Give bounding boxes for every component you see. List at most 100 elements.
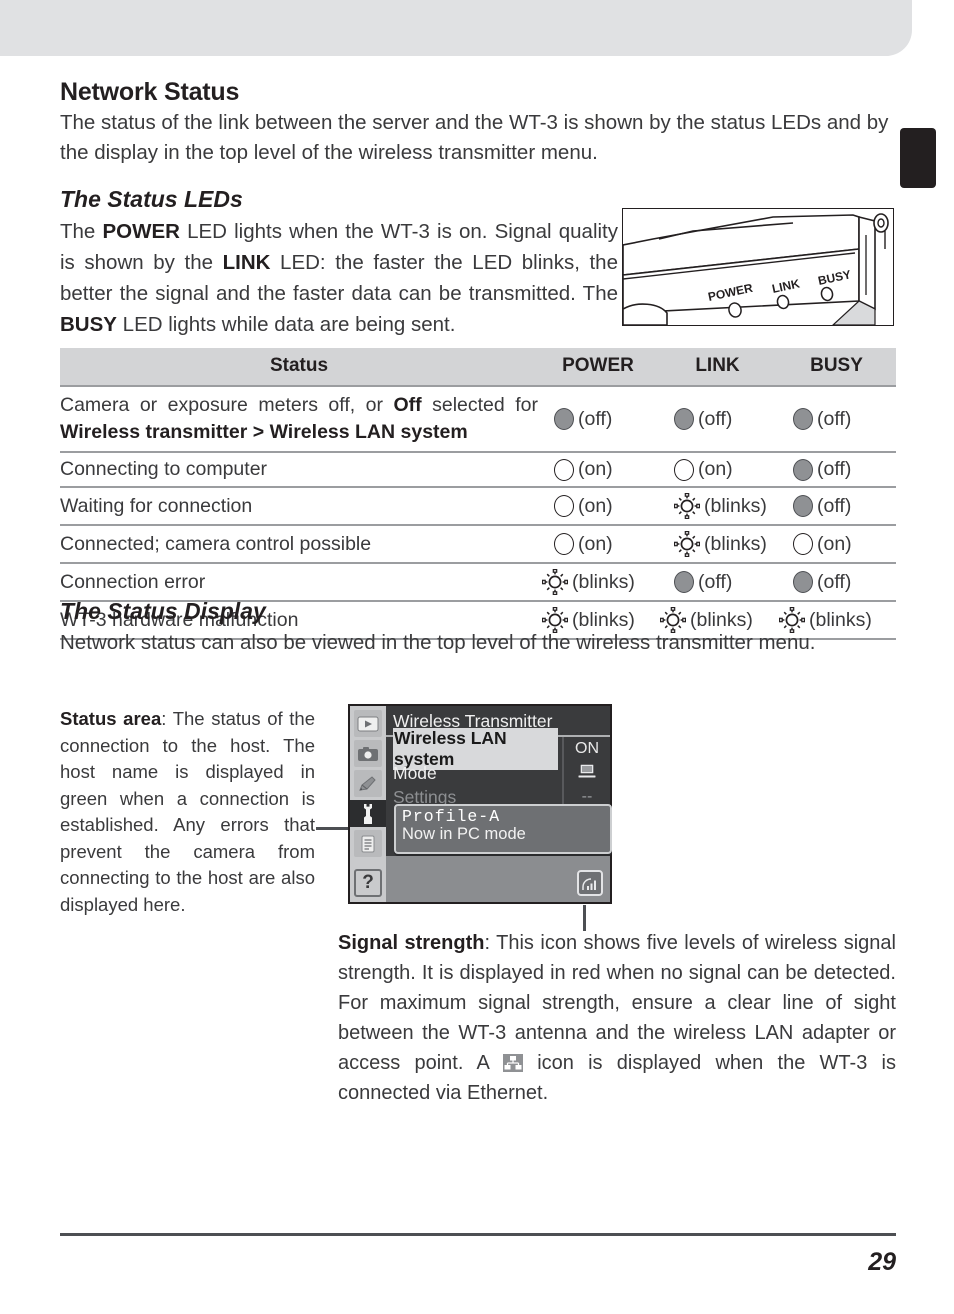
playback-icon[interactable] [354, 710, 382, 737]
camera-lcd-menu: ? Wireless Transmitter Wireless LAN syst… [348, 704, 612, 904]
led-state-label: (on) [817, 532, 852, 555]
intro-paragraph: The status of the link between the serve… [60, 111, 889, 164]
page-title: Network Status [60, 78, 240, 106]
led-state-label: (off) [817, 407, 852, 430]
led-blinks-icon [674, 493, 700, 519]
led-on-icon [793, 533, 813, 555]
led-off-icon [793, 495, 813, 517]
row-power-cell: (on) [538, 486, 658, 525]
row-power-cell: (on) [538, 451, 658, 487]
status-leds-paragraph: The POWER LED lights when the WT-3 is on… [60, 216, 618, 340]
led-off-icon [674, 408, 694, 430]
callout-status-area-label: Status area [60, 708, 162, 729]
lcd-profile-name: Profile-A [402, 807, 501, 826]
recent-settings-icon[interactable] [354, 830, 382, 857]
wt3-device-illustration: POWER LINK BUSY [622, 208, 894, 326]
led-state-label: (off) [817, 494, 852, 517]
led-off-icon [793, 408, 813, 430]
row-link-cell: (off) [658, 385, 777, 452]
led-on-icon [554, 458, 574, 481]
r0-sep: > [247, 421, 270, 443]
led-blinks-icon [674, 531, 700, 557]
row-power-cell: (off) [538, 385, 658, 452]
led-off-icon [674, 571, 694, 593]
row-description: Waiting for connection [60, 486, 538, 525]
sl-p4: LED lights while data are being sent. [116, 313, 456, 336]
row-busy-cell: (off) [777, 451, 896, 487]
row-busy-cell: (off) [777, 486, 896, 525]
document-page: Network Status The status of the link be… [0, 0, 954, 1314]
status-display-paragraph: Network status can also be viewed in the… [60, 631, 816, 654]
table-header-row: Status POWER LINK BUSY [60, 348, 896, 386]
callout-signal-strength: Signal strength: This icon shows five le… [338, 928, 896, 1108]
signal-strength-icon [577, 870, 603, 896]
col-header-busy: BUSY [777, 348, 896, 386]
col-header-power: POWER [538, 348, 658, 386]
led-off-icon [554, 408, 574, 430]
led-state-label: (blinks) [572, 570, 635, 593]
led-state-label: (off) [817, 458, 852, 480]
led-state-label: (off) [578, 407, 613, 430]
r0-p1: Camera or exposure meters off, or [60, 394, 394, 416]
callout-signal-strength-label: Signal strength [338, 932, 485, 954]
led-state-label: (off) [698, 407, 733, 430]
help-button[interactable]: ? [354, 869, 382, 897]
custom-settings-icon[interactable] [354, 770, 382, 797]
lcd-menu-item-mode[interactable]: Mode [386, 761, 610, 785]
led-on-icon [554, 495, 574, 517]
table-row: Waiting for connection (on) (blinks) (of… [60, 486, 896, 525]
led-state-label: (on) [578, 532, 613, 555]
shooting-menu-icon[interactable] [354, 740, 382, 767]
sl-b3: BUSY [60, 313, 117, 336]
led-state-label: (off) [698, 570, 733, 593]
led-state-label: (blinks) [704, 494, 767, 517]
lcd-item-value: ON [562, 737, 610, 761]
callout-status-area: Status area: The status of the connectio… [60, 706, 315, 918]
row-busy-cell: (off) [777, 562, 896, 601]
row-power-cell: (on) [538, 524, 658, 563]
page-number: 29 [868, 1248, 896, 1276]
r0-p2: selected for [421, 394, 538, 416]
lcd-item-value-icon [562, 761, 610, 785]
chapter-edge-tab [900, 128, 936, 188]
row-busy-cell: (on) [777, 524, 896, 563]
r0-b1: Off [393, 394, 422, 416]
led-state-label: (off) [817, 570, 852, 593]
row-link-cell: (on) [658, 451, 777, 487]
row-description: Connecting to computer [60, 451, 538, 487]
led-blinks-icon [542, 569, 568, 595]
row-link-cell: (off) [658, 562, 777, 601]
row-link-cell: (blinks) [658, 486, 777, 525]
footer-rule [60, 1233, 896, 1236]
row-power-cell: (blinks) [538, 562, 658, 601]
sl-b2: LINK [222, 251, 271, 274]
table-row: Connecting to computer (on) (on) (off) [60, 451, 896, 487]
row-busy-cell: (off) [777, 385, 896, 452]
r0-b2: Wireless transmitter [60, 421, 248, 443]
lcd-item-label: Mode [393, 762, 437, 783]
lcd-menu-list: Wireless LAN system ON Mode Settings -- [386, 728, 610, 809]
row-description: Camera or exposure meters off, or Off se… [60, 385, 538, 452]
led-status-table: Status POWER LINK BUSY Camera or exposur… [60, 348, 896, 640]
page-header-band [0, 0, 912, 56]
table-row: Connected; camera control possible (on) … [60, 524, 896, 563]
ethernet-icon [502, 1054, 523, 1072]
col-header-status: Status [60, 348, 538, 386]
led-state-label: (blinks) [704, 532, 767, 555]
table-row: Connection error (blinks) (off) (off) [60, 562, 896, 601]
led-state-label: (on) [578, 494, 613, 517]
row-link-cell: (blinks) [658, 524, 777, 563]
led-on-icon [674, 458, 694, 481]
r0-b3: Wireless LAN system [269, 421, 468, 443]
lcd-menu-item-wireless-lan-system[interactable]: Wireless LAN system ON [386, 728, 610, 770]
lcd-sidebar: ? [350, 706, 386, 902]
led-state-label: (on) [578, 458, 613, 480]
row-description: Connection error [60, 562, 538, 601]
led-state-label: (on) [698, 458, 733, 480]
lcd-main-panel: Wireless Transmitter Wireless LAN system… [386, 706, 612, 902]
table-row: Camera or exposure meters off, or Off se… [60, 385, 896, 452]
setup-menu-icon[interactable] [350, 800, 386, 827]
row-description: Connected; camera control possible [60, 524, 538, 563]
lcd-status-area: Profile-A Now in PC mode [394, 804, 612, 854]
led-on-icon [554, 533, 574, 555]
